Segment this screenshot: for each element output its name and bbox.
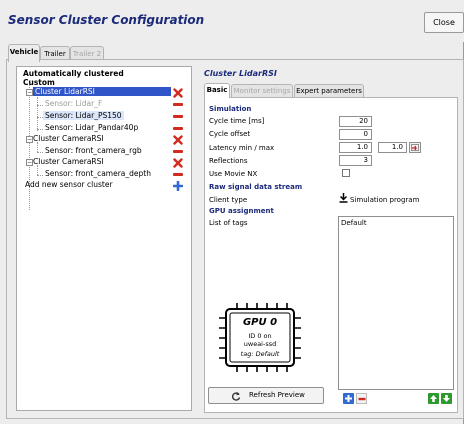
section-simulation: Simulation: [209, 105, 252, 113]
tree-item-sensor-lidar-pandar40p[interactable]: Sensor: Lidar_Pandar40p: [45, 123, 138, 132]
cycle-time-label: Cycle time [ms]: [209, 117, 265, 125]
client-type-label: Client type: [209, 196, 248, 204]
delete-cluster-icon[interactable]: [173, 135, 183, 145]
add-cluster-icon[interactable]: [173, 181, 183, 191]
cycle-offset-input[interactable]: 0: [339, 129, 372, 140]
gpu-chip-id: ID 0 on: [248, 332, 272, 340]
remove-sensor-icon[interactable]: [173, 103, 183, 106]
collapse-toggle-icon[interactable]: −: [26, 89, 33, 96]
link-icon: [411, 144, 419, 151]
list-item[interactable]: Default: [341, 219, 367, 227]
link-latency-button[interactable]: [409, 142, 421, 153]
remove-sensor-icon[interactable]: [173, 115, 183, 118]
tags-list[interactable]: Default: [338, 216, 454, 390]
tree-root-automatic[interactable]: Automatically clustered: [23, 69, 124, 78]
plus-icon: [345, 395, 352, 402]
arrow-up-icon: [430, 395, 437, 402]
cluster-detail-title: Cluster LidarRSI: [204, 69, 277, 78]
remove-sensor-icon[interactable]: [173, 150, 183, 153]
minus-icon: [358, 397, 366, 401]
gpu-chip-diagram: GPU 0 ID 0 on uweai-ssd tag: Default: [215, 300, 305, 375]
cycle-offset-label: Cycle offset: [209, 130, 251, 138]
tree-item-sensor-lidar-f[interactable]: Sensor: Lidar_F: [45, 99, 102, 108]
remove-sensor-icon[interactable]: [173, 127, 183, 130]
download-icon: [339, 193, 348, 203]
client-type-value[interactable]: Simulation program: [350, 196, 419, 204]
tab-vehicle[interactable]: Vehicle: [8, 44, 40, 62]
remove-tag-button[interactable]: [356, 393, 367, 404]
move-down-button[interactable]: [441, 393, 452, 404]
close-button[interactable]: Close: [424, 12, 464, 33]
subtab-monitor-settings: Monitor settings: [231, 84, 293, 98]
collapse-toggle-icon[interactable]: −: [26, 159, 33, 166]
reflections-label: Reflections: [209, 157, 248, 165]
movie-nx-label: Use Movie NX: [209, 170, 258, 178]
gpu-chip-host: uweai-ssd: [243, 340, 277, 348]
add-tag-button[interactable]: [343, 393, 354, 404]
movie-nx-checkbox[interactable]: [342, 169, 350, 177]
reflections-input[interactable]: 3: [339, 155, 372, 166]
delete-cluster-icon[interactable]: [173, 88, 183, 98]
window-title: Sensor Cluster Configuration: [8, 13, 205, 27]
move-up-button[interactable]: [428, 393, 439, 404]
remove-sensor-icon[interactable]: [173, 173, 183, 176]
sensor-cluster-dialog: Sensor Cluster Configuration Close Vehic…: [0, 0, 464, 424]
tags-list-label: List of tags: [209, 219, 248, 227]
tree-item-sensor-lidar-ps150[interactable]: Sensor: Lidar_PS150: [43, 111, 124, 120]
refresh-icon: [231, 392, 241, 401]
collapse-toggle-icon[interactable]: −: [26, 136, 33, 143]
cluster-tree[interactable]: Automatically clustered Custom − Cluster…: [16, 66, 192, 411]
latency-min-input[interactable]: 1.0: [339, 142, 372, 153]
refresh-preview-button[interactable]: Refresh Preview: [208, 387, 324, 404]
cycle-time-input[interactable]: 20: [339, 116, 372, 127]
tree-root-custom[interactable]: Custom: [23, 78, 55, 87]
latency-label: Latency min / max: [209, 144, 275, 152]
tree-item-add-cluster[interactable]: Add new sensor cluster: [25, 180, 113, 189]
latency-max-input[interactable]: 1.0: [378, 142, 407, 153]
section-gpu-assignment: GPU assignment: [209, 207, 274, 215]
subtab-expert-parameters[interactable]: Expert parameters: [294, 84, 364, 98]
refresh-preview-label: Refresh Preview: [249, 391, 305, 399]
delete-cluster-icon[interactable]: [173, 158, 183, 168]
tree-item-cluster-camerarsi[interactable]: Cluster CameraRSI: [33, 134, 104, 143]
tree-item-sensor-front-camera-rgb[interactable]: Sensor: front_camera_rgb: [45, 146, 142, 155]
tree-item-cluster-camerarsi-2[interactable]: Cluster CameraRSI: [33, 157, 104, 166]
title-bar: Sensor Cluster Configuration Close: [0, 0, 464, 42]
tree-item-sensor-front-camera-depth[interactable]: Sensor: front_camera_depth: [45, 169, 151, 178]
subtab-basic[interactable]: Basic: [204, 83, 230, 98]
arrow-down-icon: [443, 395, 450, 402]
gpu-chip-title: GPU 0: [242, 317, 278, 328]
tree-item-cluster-lidarrsi[interactable]: Cluster LidarRSI: [33, 87, 171, 96]
gpu-chip-tag: tag: Default: [240, 350, 280, 358]
section-raw-signal: Raw signal data stream: [209, 183, 303, 191]
